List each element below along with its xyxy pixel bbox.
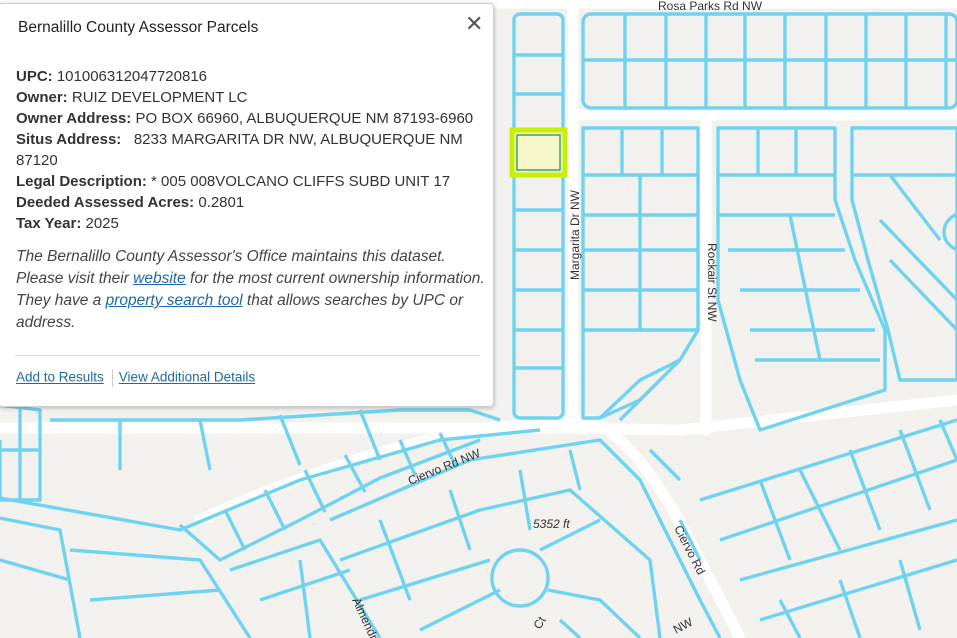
parcel-info-popup: Bernalillo County Assessor Parcels ✕ UPC…	[0, 3, 494, 407]
field-legal-description: Legal Description: * 005 008VOLCANO CLIF…	[16, 173, 451, 190]
close-icon[interactable]: ✕	[465, 13, 483, 35]
field-acres: Deeded Assessed Acres: 0.2801	[16, 194, 245, 211]
label-rockair: Rockair St NW	[705, 243, 719, 322]
field-owner-address: Owner Address: PO BOX 66960, ALBUQUERQUE…	[16, 110, 474, 127]
popup-content: UPC: 101006312047720816 Owner: RUIZ DEVE…	[16, 66, 486, 350]
popup-title: Bernalillo County Assessor Parcels	[18, 19, 259, 36]
property-search-link[interactable]: property search tool	[106, 292, 243, 309]
label-margarita: Margarita Dr NW	[568, 189, 582, 280]
website-link[interactable]: website	[133, 270, 186, 287]
field-situs-address: Situs Address: 8233 MARGARITA DR NW, ALB…	[16, 131, 467, 169]
view-details-link[interactable]: View Additional Details	[119, 370, 255, 385]
dataset-note: The Bernalillo County Assessor's Office …	[16, 248, 485, 331]
popup-actions: Add to Results View Additional Details	[16, 369, 255, 387]
label-rosa-parks: Rosa Parks Rd NW	[658, 0, 763, 13]
field-owner: Owner: RUIZ DEVELOPMENT LC	[16, 89, 248, 106]
field-tax-year: Tax Year: 2025	[16, 215, 119, 232]
field-upc: UPC: 101006312047720816	[16, 68, 208, 85]
action-divider	[111, 369, 113, 387]
divider	[15, 355, 480, 356]
elevation-label: 5352 ft	[533, 517, 570, 531]
add-to-results-link[interactable]: Add to Results	[16, 370, 104, 385]
selected-parcel-highlight[interactable]	[509, 127, 568, 178]
